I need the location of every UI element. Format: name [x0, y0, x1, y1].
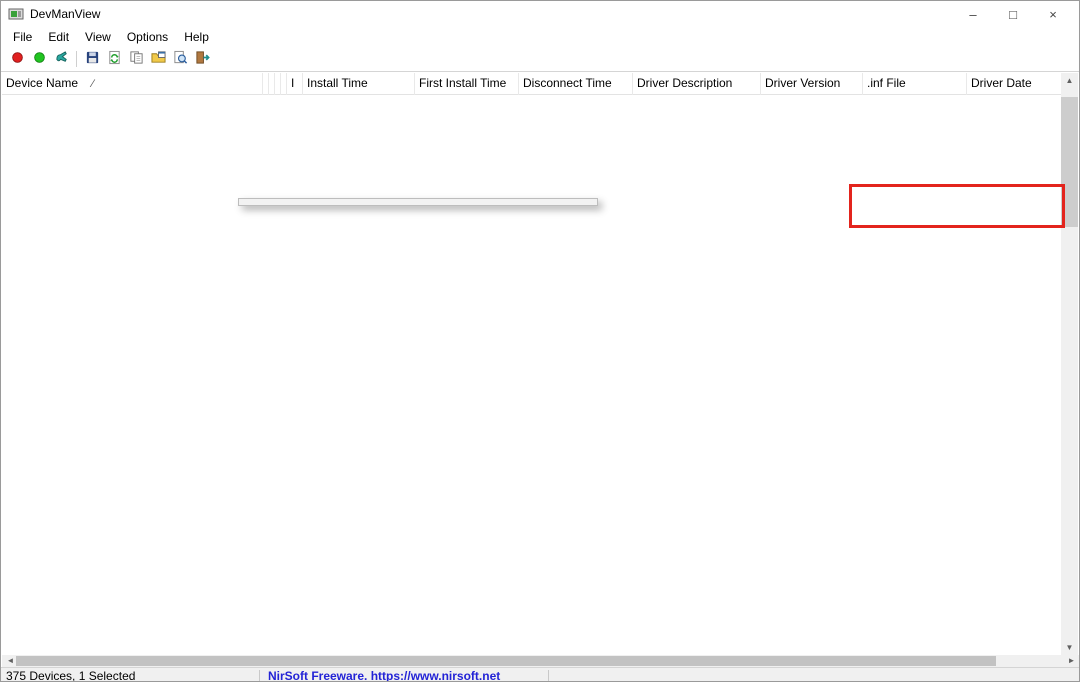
status-bar: 375 Devices, 1 Selected NirSoft Freeware…	[1, 667, 1079, 682]
col-disconnect-time[interactable]: Disconnect Time	[518, 73, 632, 95]
enable-device-button[interactable]	[28, 49, 50, 69]
menubar-item-file[interactable]: File	[5, 28, 40, 46]
sort-ascending-icon: ∕	[92, 78, 94, 90]
disable-device-button[interactable]	[6, 49, 28, 69]
window-controls: – □ ×	[953, 1, 1073, 27]
title-bar: DevManView – □ ×	[1, 1, 1079, 27]
context-menu	[238, 198, 598, 206]
toolbar	[1, 47, 1079, 72]
disable-enable-device-button[interactable]	[50, 49, 72, 69]
menubar-item-view[interactable]: View	[77, 28, 119, 46]
col-driver-version-label: Driver Version	[765, 76, 840, 90]
save-button[interactable]	[81, 49, 103, 69]
exit-button[interactable]	[191, 49, 213, 69]
menu-bar: FileEditViewOptionsHelp	[1, 27, 1079, 47]
col-driver-version[interactable]: Driver Version	[760, 73, 862, 95]
enable-device-icon	[33, 51, 46, 67]
exit-icon	[195, 50, 210, 68]
status-divider	[548, 670, 549, 682]
table-header: Device Name ∕ I Install Time First Install T…	[2, 73, 1062, 95]
copy-icon	[129, 50, 144, 68]
close-button[interactable]: ×	[1033, 7, 1073, 22]
device-table	[2, 95, 1062, 655]
find-button[interactable]	[169, 49, 191, 69]
col-inf-file-label: .inf File	[867, 76, 906, 90]
col-device-name[interactable]: Device Name ∕	[2, 73, 262, 95]
horizontal-scrollbar[interactable]: ◄ ►	[2, 655, 1080, 667]
menubar-item-edit[interactable]: Edit	[40, 28, 77, 46]
col-install-time[interactable]: Install Time	[302, 73, 414, 95]
status-device-count: 375 Devices, 1 Selected	[1, 669, 259, 682]
copy-button[interactable]	[125, 49, 147, 69]
col-first-install-time[interactable]: First Install Time	[414, 73, 518, 95]
toolbar-separator	[76, 51, 77, 67]
col-install-time-label: Install Time	[307, 76, 368, 90]
app-icon	[8, 6, 24, 22]
col-inf-file[interactable]: .inf File	[862, 73, 966, 95]
disable-device-icon	[11, 51, 24, 67]
annotation-rectangle	[849, 184, 1065, 228]
find-icon	[173, 50, 188, 68]
properties-icon	[151, 50, 166, 68]
properties-button[interactable]	[147, 49, 169, 69]
nirsoft-link[interactable]: NirSoft Freeware. https://www.nirsoft.ne…	[260, 669, 548, 682]
col-driver-description[interactable]: Driver Description	[632, 73, 760, 95]
col-driver-description-label: Driver Description	[637, 76, 732, 90]
maximize-button[interactable]: □	[993, 7, 1033, 22]
window-title: DevManView	[30, 7, 100, 21]
minimize-button[interactable]: –	[953, 7, 993, 22]
horizontal-scroll-thumb[interactable]	[16, 656, 996, 666]
disable-enable-device-icon	[54, 50, 69, 68]
refresh-icon	[107, 50, 122, 68]
refresh-button[interactable]	[103, 49, 125, 69]
menubar-item-help[interactable]: Help	[176, 28, 217, 46]
col-driver-date-label: Driver Date	[971, 76, 1032, 90]
col-device-name-label: Device Name	[6, 76, 78, 90]
col-i-label: I	[291, 76, 294, 90]
devmanview-window: DevManView – □ × FileEditViewOptionsHelp…	[0, 0, 1080, 682]
scroll-up-arrow[interactable]: ▲	[1061, 73, 1078, 88]
col-disconnect-time-label: Disconnect Time	[523, 76, 612, 90]
save-icon	[85, 50, 100, 68]
scroll-right-arrow[interactable]: ►	[1063, 655, 1080, 667]
col-first-install-time-label: First Install Time	[419, 76, 506, 90]
menubar-item-options[interactable]: Options	[119, 28, 176, 46]
scroll-down-arrow[interactable]: ▼	[1061, 640, 1078, 655]
col-i[interactable]: I	[286, 73, 302, 95]
vertical-scrollbar[interactable]: ▲ ▼	[1061, 73, 1078, 655]
col-driver-date[interactable]: Driver Date	[966, 73, 1062, 95]
